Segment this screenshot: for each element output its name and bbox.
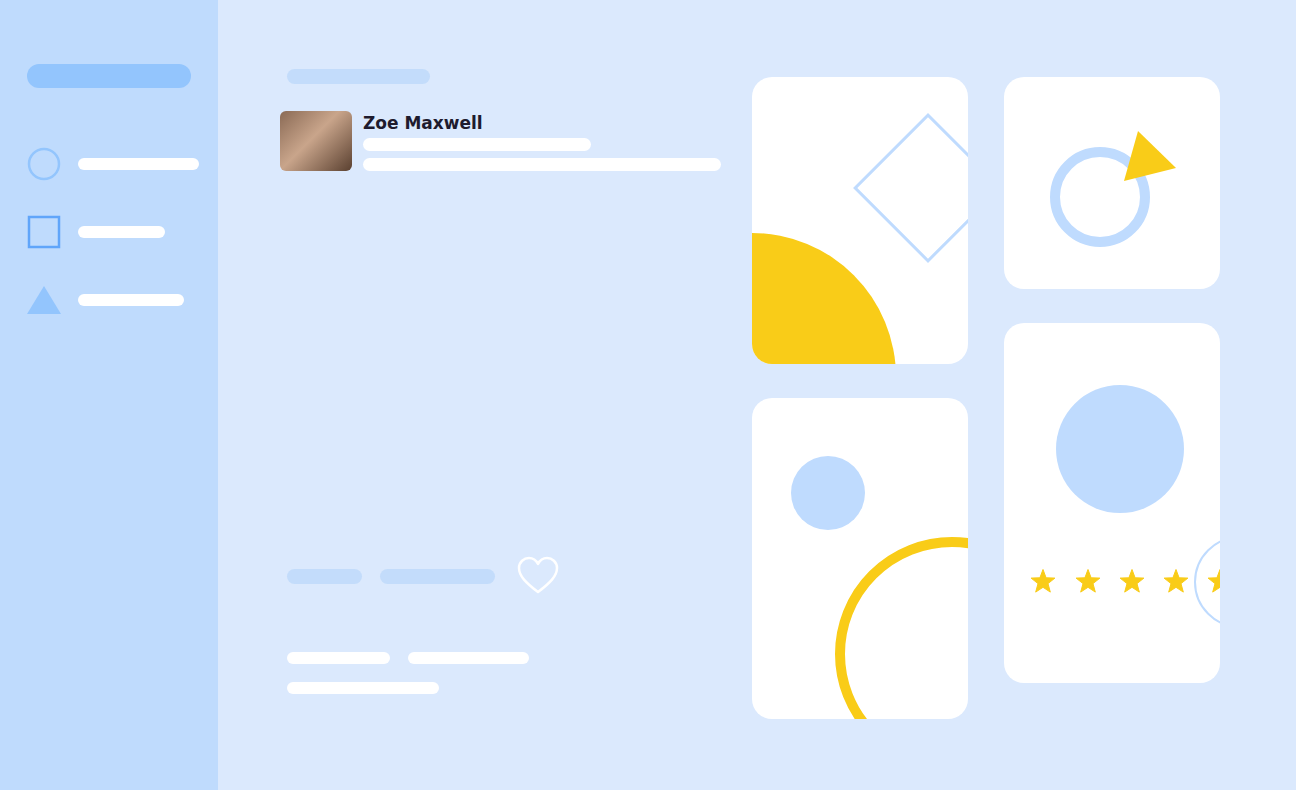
text-row <box>287 682 722 694</box>
card-grid <box>752 0 1220 719</box>
text-line <box>287 682 439 694</box>
sidebar-list <box>27 147 218 317</box>
profile-name[interactable]: Zoe Maxwell <box>363 113 722 133</box>
circle-icon <box>27 147 61 181</box>
sidebar <box>0 0 218 790</box>
main-area: Zoe Maxwell <box>218 0 1296 790</box>
star-icon <box>1031 570 1055 593</box>
rating-art-icon <box>1004 323 1220 683</box>
card-column <box>1004 77 1220 683</box>
diamond-art-icon <box>752 77 968 364</box>
text-line <box>287 652 390 664</box>
sidebar-item[interactable] <box>27 147 218 181</box>
post: Zoe Maxwell <box>280 0 722 694</box>
tag[interactable] <box>380 569 495 584</box>
sidebar-item-label <box>78 294 184 306</box>
star-icon <box>1208 570 1220 593</box>
post-title <box>287 69 430 84</box>
profile: Zoe Maxwell <box>280 111 722 171</box>
triangle-icon <box>27 283 61 317</box>
ring-art-icon <box>1004 77 1220 289</box>
star-icon <box>1076 570 1100 593</box>
profile-line <box>363 138 591 151</box>
card[interactable] <box>1004 77 1220 289</box>
sidebar-title <box>27 64 191 88</box>
square-icon <box>27 215 61 249</box>
arc-art-icon <box>752 398 968 719</box>
star-icon <box>1164 570 1188 593</box>
heart-icon[interactable] <box>516 556 560 596</box>
tag[interactable] <box>287 569 362 584</box>
card[interactable] <box>752 77 968 364</box>
sidebar-item-label <box>78 158 199 170</box>
page: Zoe Maxwell <box>0 0 1296 790</box>
card-column <box>752 77 968 719</box>
profile-line <box>363 158 721 171</box>
sidebar-item[interactable] <box>27 283 218 317</box>
avatar-photo[interactable] <box>280 111 352 171</box>
text-line <box>408 652 529 664</box>
sidebar-item[interactable] <box>27 215 218 249</box>
post-actions <box>280 556 722 596</box>
post-text <box>280 652 722 694</box>
card[interactable] <box>752 398 968 719</box>
card[interactable] <box>1004 323 1220 683</box>
profile-text: Zoe Maxwell <box>363 111 722 171</box>
sidebar-item-label <box>78 226 165 238</box>
star-icon <box>1120 570 1144 593</box>
text-row <box>287 652 722 664</box>
